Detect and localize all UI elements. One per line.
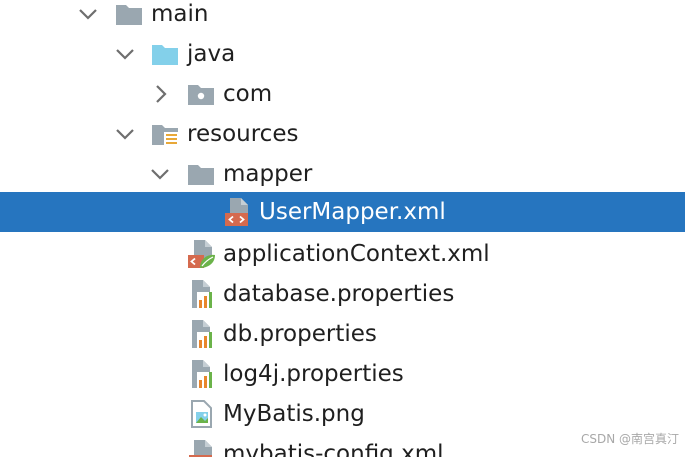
tree-item-label: db.properties [223,321,377,347]
properties-file-icon [192,280,213,308]
tree-row-mybatis-png[interactable]: MyBatis.png [0,394,685,434]
folder-icon [116,5,142,25]
chevron-down-icon[interactable] [113,42,137,66]
chevron-right-icon[interactable] [148,82,172,106]
tree-item-label: com [223,81,273,107]
spring-xml-file-icon [188,240,215,268]
tree-row-com[interactable]: com [0,74,685,114]
chevron-down-icon[interactable] [113,122,137,146]
tree-item-label: UserMapper.xml [259,199,446,225]
tree-row-log4j-properties[interactable]: log4j.properties [0,354,685,394]
tree-item-label: database.properties [223,281,455,307]
tree-item-label: main [151,1,209,27]
tree-item-label: MyBatis.png [223,401,365,427]
tree-row-applicationcontext-xml[interactable]: applicationContext.xml [0,234,685,274]
tree-item-label: mybatis-config.xml [223,441,444,457]
folder-icon [188,165,214,185]
resources-folder-icon [152,125,178,147]
xml-file-icon [189,440,212,457]
watermark: CSDN @南宫真汀 [580,432,679,446]
project-tree: main java com resources mapper UserMappe… [0,0,685,457]
tree-item-label: java [187,41,236,67]
tree-row-mapper[interactable]: mapper [0,154,685,194]
xml-file-icon [225,198,248,226]
chevron-down-icon[interactable] [76,2,100,26]
properties-file-icon [192,360,213,388]
tree-row-main[interactable]: main [0,0,685,34]
tree-row-db-properties[interactable]: db.properties [0,314,685,354]
tree-item-label: applicationContext.xml [223,241,490,267]
source-folder-icon [152,45,178,65]
properties-file-icon [192,320,213,348]
tree-row-resources[interactable]: resources [0,114,685,154]
tree-item-label: resources [187,121,299,147]
tree-row-usermapper-xml[interactable]: UserMapper.xml [0,192,685,232]
tree-row-database-properties[interactable]: database.properties [0,274,685,314]
tree-item-label: log4j.properties [223,361,404,387]
tree-row-java[interactable]: java [0,34,685,74]
tree-item-label: mapper [223,161,313,187]
image-file-icon [191,400,212,428]
package-icon [188,85,214,105]
chevron-down-icon[interactable] [148,162,172,186]
